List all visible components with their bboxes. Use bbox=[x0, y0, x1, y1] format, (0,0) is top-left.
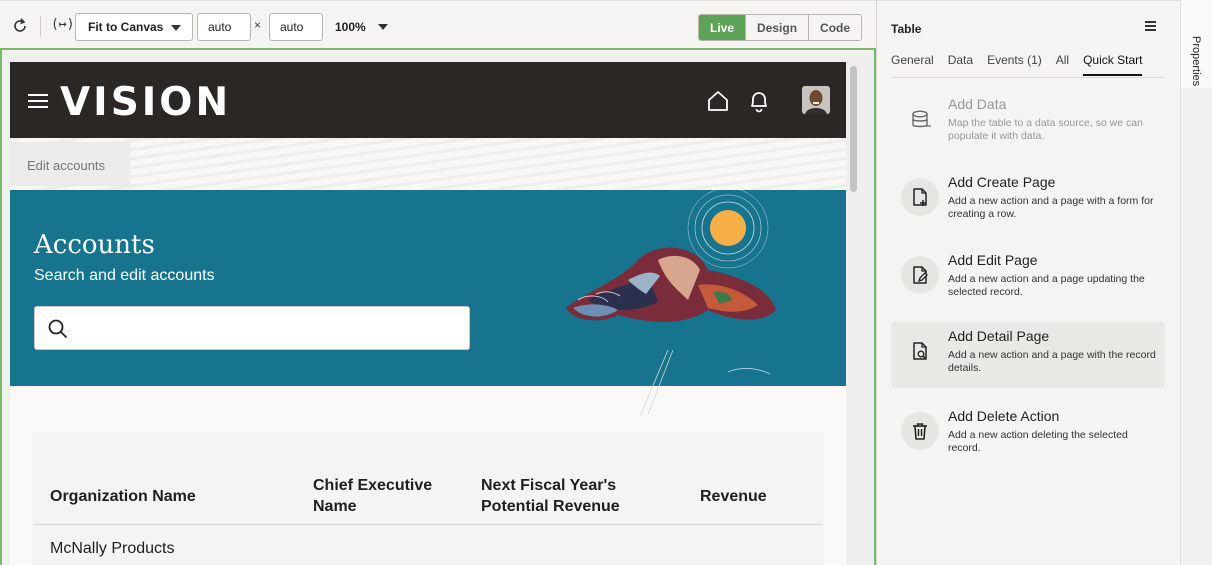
quick-start-add-edit-page[interactable]: Add Edit Page Add a new action and a pag… bbox=[891, 246, 1165, 312]
quick-start-add-detail-page[interactable]: Add Detail Page Add a new action and a p… bbox=[891, 322, 1165, 388]
quick-start-add-delete-action[interactable]: Add Delete Action Add a new action delet… bbox=[891, 402, 1165, 468]
quick-start-description: Add a new action and a page with a form … bbox=[948, 195, 1154, 220]
file-plus-icon bbox=[901, 178, 939, 216]
column-header-ceo[interactable]: Chief Executive Name bbox=[313, 475, 453, 517]
avatar[interactable] bbox=[802, 86, 830, 114]
dimension-separator: × bbox=[254, 18, 262, 32]
canvas-height-input[interactable]: auto bbox=[269, 13, 323, 41]
table-header-divider bbox=[34, 524, 822, 525]
page-title: Accounts bbox=[34, 230, 155, 260]
search-icon bbox=[48, 319, 67, 338]
database-icon bbox=[901, 100, 939, 138]
home-icon[interactable] bbox=[706, 90, 730, 112]
panel-menu-icon[interactable] bbox=[1145, 21, 1156, 31]
tab-events[interactable]: Events (1) bbox=[987, 53, 1042, 76]
brand-logo: VISION bbox=[60, 80, 232, 125]
tabs-divider bbox=[891, 77, 1165, 78]
properties-side-tab-label: Properties bbox=[1190, 36, 1202, 87]
quick-start-add-data[interactable]: Add Data Map the table to a data source,… bbox=[891, 90, 1165, 156]
quick-start-description: Add a new action deleting the selected r… bbox=[948, 429, 1128, 454]
code-mode-button[interactable]: Code bbox=[808, 15, 862, 40]
table-row[interactable]: McNally Products bbox=[50, 540, 174, 558]
page-subtitle: Search and edit accounts bbox=[34, 267, 215, 284]
bell-icon[interactable] bbox=[748, 89, 770, 113]
refresh-icon[interactable] bbox=[11, 17, 29, 35]
file-edit-icon bbox=[901, 256, 939, 294]
fit-to-canvas-select[interactable]: Fit to Canvas bbox=[75, 13, 193, 41]
designer-toolbar: (↦) Fit to Canvas auto × auto 100% Live … bbox=[0, 0, 876, 48]
tab-general[interactable]: General bbox=[891, 53, 934, 76]
properties-panel: Table General Data Events (1) All Quick … bbox=[876, 0, 1180, 565]
design-mode-button[interactable]: Design bbox=[745, 15, 809, 40]
zoom-select[interactable]: 100% bbox=[335, 20, 366, 34]
trash-icon bbox=[901, 412, 939, 450]
toolbar-divider bbox=[40, 16, 41, 36]
hero-illustration bbox=[566, 190, 776, 415]
tab-data[interactable]: Data bbox=[948, 53, 973, 76]
tab-all[interactable]: All bbox=[1056, 53, 1069, 76]
fit-to-canvas-label: Fit to Canvas bbox=[88, 20, 164, 34]
side-rail bbox=[1180, 88, 1212, 565]
quick-start-title: Add Detail Page bbox=[948, 328, 1050, 344]
quick-start-title: Add Delete Action bbox=[948, 408, 1060, 424]
view-mode-toggle: Live Design Code bbox=[698, 14, 863, 41]
canvas-width-input[interactable]: auto bbox=[197, 13, 251, 41]
file-search-icon bbox=[901, 332, 939, 370]
quick-start-title: Add Data bbox=[948, 96, 1007, 112]
app-header: VISION bbox=[10, 62, 846, 138]
tab-quick-start[interactable]: Quick Start bbox=[1083, 53, 1143, 76]
app-preview: VISION Edit accounts Accounts Search and… bbox=[10, 62, 846, 565]
live-mode-button[interactable]: Live bbox=[699, 15, 746, 40]
hamburger-menu-icon[interactable] bbox=[28, 94, 48, 108]
quick-start-add-create-page[interactable]: Add Create Page Add a new action and a p… bbox=[891, 168, 1165, 234]
column-header-potential-revenue[interactable]: Next Fiscal Year's Potential Revenue bbox=[481, 475, 641, 517]
quick-start-title: Add Create Page bbox=[948, 174, 1056, 190]
search-input[interactable] bbox=[34, 306, 470, 350]
canvas-scrollbar-thumb[interactable] bbox=[850, 66, 857, 192]
panel-tabs: General Data Events (1) All Quick Start bbox=[891, 53, 1156, 76]
quick-start-description: Map the table to a data source, so we ca… bbox=[948, 117, 1143, 142]
column-header-organization[interactable]: Organization Name bbox=[50, 486, 250, 507]
quick-start-description: Add a new action and a page updating the… bbox=[948, 273, 1145, 298]
column-header-revenue[interactable]: Revenue bbox=[700, 486, 800, 507]
breadcrumb[interactable]: Edit accounts bbox=[10, 142, 130, 186]
quick-start-description: Add a new action and a page with the rec… bbox=[948, 349, 1156, 374]
header-texture-band bbox=[10, 138, 846, 190]
chevron-down-icon bbox=[171, 25, 181, 31]
panel-title: Table bbox=[891, 22, 922, 36]
variables-button[interactable]: (↦) bbox=[51, 17, 74, 32]
quick-start-title: Add Edit Page bbox=[948, 252, 1038, 268]
chevron-down-icon[interactable] bbox=[378, 24, 388, 30]
